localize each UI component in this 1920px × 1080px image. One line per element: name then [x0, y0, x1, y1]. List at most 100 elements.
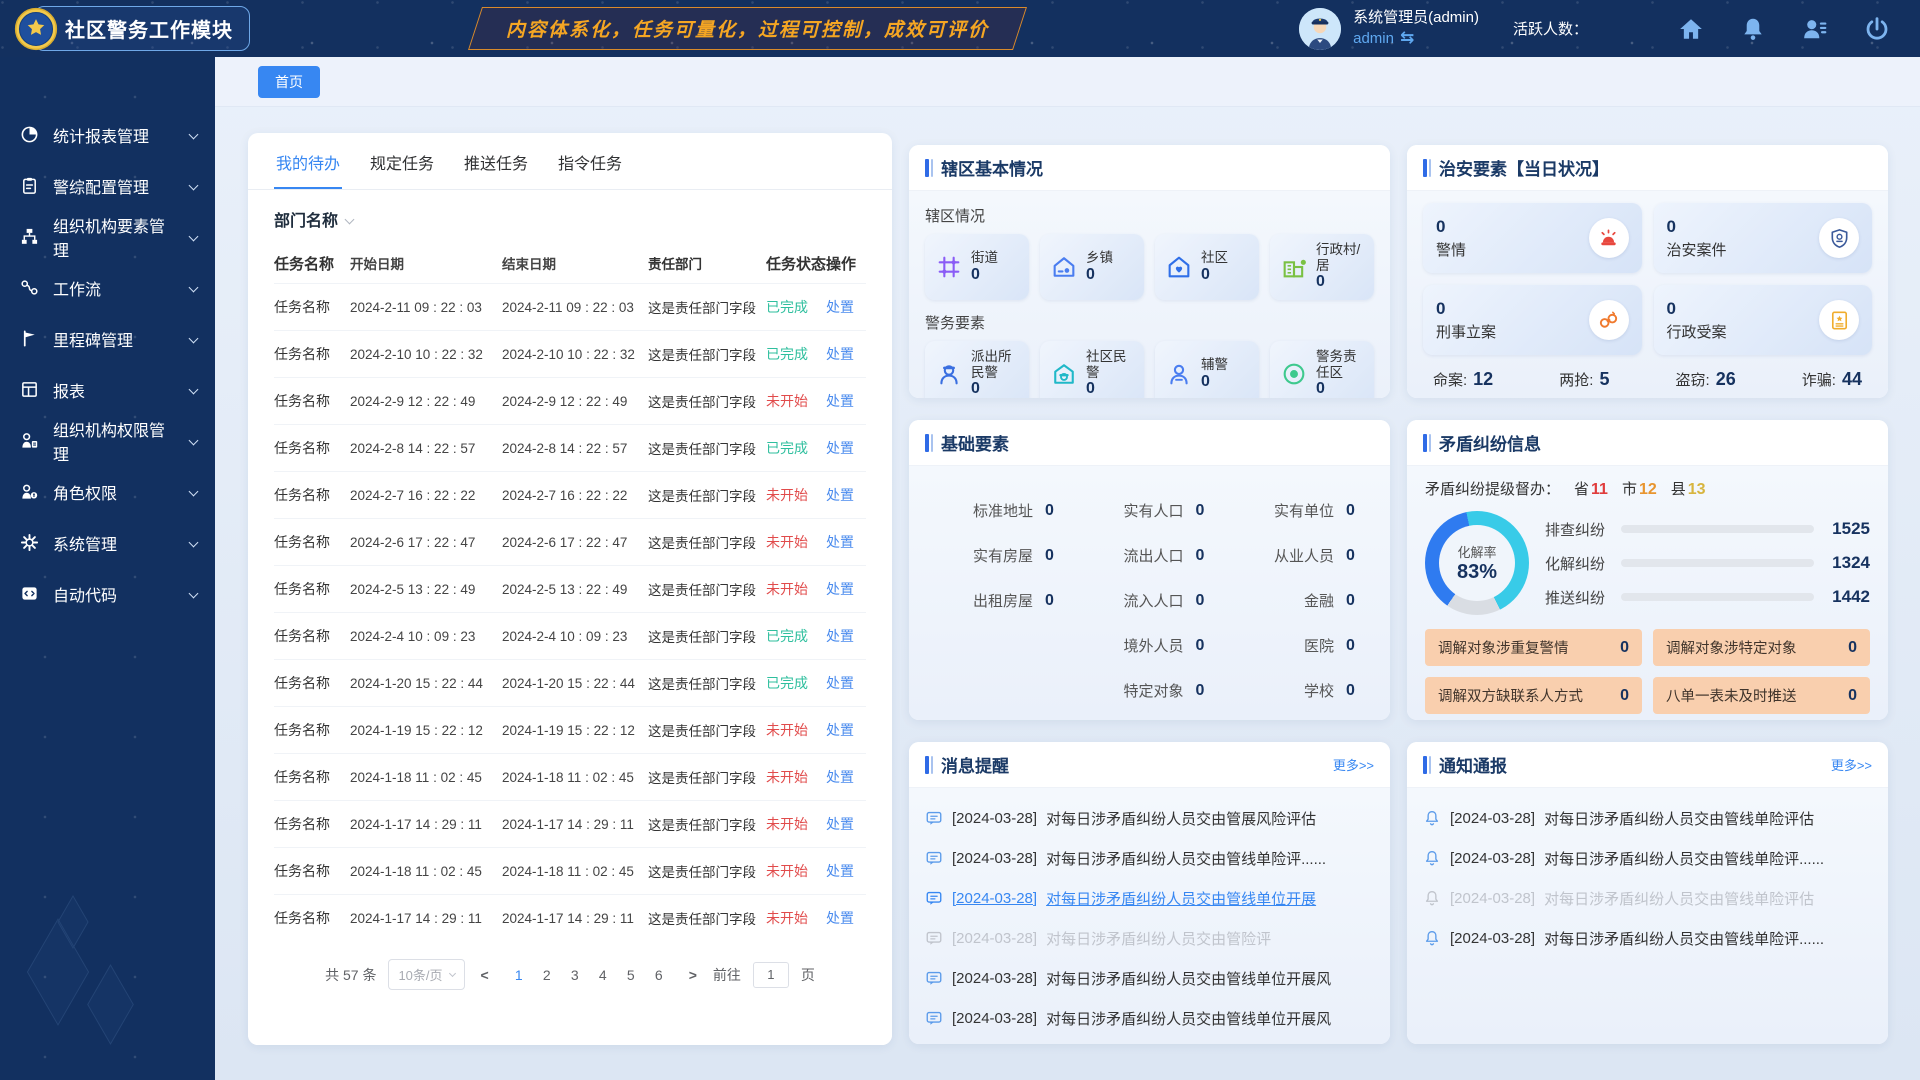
- handle-link[interactable]: 处置: [826, 814, 866, 834]
- stat-card-town[interactable]: 乡镇 0: [1040, 234, 1144, 300]
- security-card-admin-cases[interactable]: 0 行政受案: [1654, 285, 1873, 355]
- dispute-warning-button[interactable]: 八单一表未及时推送 0: [1653, 677, 1870, 714]
- sidebar-item-police-config[interactable]: 警综配置管理: [0, 160, 215, 211]
- message-item[interactable]: [2024-03-28] 对每日涉矛盾纠纷人员交由管展风险评估: [925, 798, 1374, 838]
- more-link[interactable]: 更多>>: [1333, 755, 1374, 774]
- base-elements-panel: 基础要素 标准地址 0 实有房屋 0 出租房屋 0: [909, 420, 1390, 720]
- page-number[interactable]: 1: [505, 967, 533, 983]
- tab-home[interactable]: 首页: [258, 66, 320, 98]
- sidebar-item-system[interactable]: 系统管理: [0, 517, 215, 568]
- handle-link[interactable]: 处置: [826, 579, 866, 599]
- dispute-warning-button[interactable]: 调解双方缺联系人方式 0: [1425, 677, 1642, 714]
- message-item[interactable]: [2024-03-28] 对每日涉矛盾纠纷人员交由管险评: [925, 918, 1374, 958]
- page-number[interactable]: 5: [617, 967, 645, 983]
- handle-link[interactable]: 处置: [826, 720, 866, 740]
- end-date-cell: 2024-1-19 15 : 22 : 12: [502, 723, 648, 738]
- bell-icon[interactable]: [1740, 16, 1766, 42]
- start-date-cell: 2024-2-10 10 : 22 : 32: [350, 347, 502, 362]
- dispute-warning-button[interactable]: 调解对象涉重复警情 0: [1425, 629, 1642, 666]
- chevron-down-icon: [189, 436, 199, 446]
- prev-page-button[interactable]: <: [477, 967, 493, 983]
- page-size-select[interactable]: 10条/页: [388, 959, 464, 990]
- bell-outline-icon: [1423, 929, 1441, 947]
- title-marker: [1423, 434, 1431, 452]
- handle-link[interactable]: 处置: [826, 391, 866, 411]
- dispute-warning-button[interactable]: 调解对象涉特定对象 0: [1653, 629, 1870, 666]
- chevron-down-icon: [189, 283, 199, 293]
- task-name-cell: 任务名称: [274, 908, 350, 928]
- page-number[interactable]: 4: [589, 967, 617, 983]
- sidebar-item-label: 组织机构权限管理: [53, 417, 176, 465]
- base-stat: 实有房屋 0: [919, 533, 1067, 578]
- supervise-values: 省11 市12 县13: [1560, 478, 1706, 499]
- page-number[interactable]: 3: [561, 967, 589, 983]
- handle-link[interactable]: 处置: [826, 908, 866, 928]
- sidebar-item-workflow[interactable]: 工作流: [0, 262, 215, 313]
- sidebar-item-statistics-report[interactable]: 统计报表管理: [0, 109, 215, 160]
- power-icon[interactable]: [1864, 16, 1890, 42]
- message-item[interactable]: [2024-03-28] 对每日涉矛盾纠纷人员交由管线单位开展风: [925, 998, 1374, 1038]
- chevron-down-icon: [345, 214, 355, 224]
- handle-link[interactable]: 处置: [826, 438, 866, 458]
- handle-link[interactable]: 处置: [826, 344, 866, 364]
- contacts-icon[interactable]: [1802, 16, 1828, 42]
- status-badge: 未开始: [766, 861, 826, 881]
- home-icon[interactable]: [1678, 16, 1704, 42]
- switch-user-icon[interactable]: ⇆: [1400, 27, 1414, 49]
- stat-card-street[interactable]: 街道 0: [925, 234, 1029, 300]
- supervise-stat: 市12: [1622, 478, 1657, 499]
- stat-card-aux-police[interactable]: 辅警 0: [1155, 341, 1259, 398]
- next-page-button[interactable]: >: [685, 967, 701, 983]
- notice-item[interactable]: [2024-03-28] 对每日涉矛盾纠纷人员交由管线单险评估: [1423, 878, 1872, 918]
- notice-item[interactable]: [2024-03-28] 对每日涉矛盾纠纷人员交由管线单险评......: [1423, 918, 1872, 958]
- notice-item[interactable]: [2024-03-28] 对每日涉矛盾纠纷人员交由管线单险评......: [1423, 838, 1872, 878]
- security-card-alerts[interactable]: 0 警情: [1423, 203, 1642, 273]
- notice-item[interactable]: [2024-03-28] 对每日涉矛盾纠纷人员交由管线单险评估: [1423, 798, 1872, 838]
- start-date-cell: 2024-1-17 14 : 29 : 11: [350, 817, 502, 832]
- stat-card-station-officer[interactable]: 派出所民警 0: [925, 341, 1029, 398]
- stat-card-community[interactable]: 社区 0: [1155, 234, 1259, 300]
- stat-card-village[interactable]: 行政村/居 0: [1270, 234, 1374, 300]
- handle-link[interactable]: 处置: [826, 485, 866, 505]
- base-col-3: 实有单位 0 从业人员 0 金融 0 医院 0 学校: [1218, 488, 1369, 720]
- stat-card-police-area[interactable]: 警务责任区 0: [1270, 341, 1374, 398]
- group-label-district: 辖区情况: [925, 205, 1374, 226]
- sidebar-item-label: 角色权限: [53, 480, 117, 504]
- col-department: 责任部门: [648, 253, 766, 273]
- page-number[interactable]: 2: [533, 967, 561, 983]
- more-link[interactable]: 更多>>: [1831, 755, 1872, 774]
- security-card-public-cases[interactable]: 0 治安案件: [1654, 203, 1873, 273]
- sidebar-item-role-permission[interactable]: 角色权限: [0, 466, 215, 517]
- message-item[interactable]: [2024-03-28] 对每日涉矛盾纠纷人员交由管线单位开展风: [925, 958, 1374, 998]
- department-filter[interactable]: 部门名称: [274, 207, 866, 231]
- tab-regular-tasks[interactable]: 规定任务: [368, 133, 436, 189]
- message-item[interactable]: [2024-03-28] 对每日涉矛盾纠纷人员交由管线单险评......: [925, 838, 1374, 878]
- sidebar-item-milestone[interactable]: 里程碑管理: [0, 313, 215, 364]
- base-stat: 境外人员 0: [1067, 623, 1218, 668]
- sidebar-item-org-permission[interactable]: 组织机构权限管理: [0, 415, 215, 466]
- tab-pushed-tasks[interactable]: 推送任务: [462, 133, 530, 189]
- handle-link[interactable]: 处置: [826, 767, 866, 787]
- sidebar-item-report[interactable]: 报表: [0, 364, 215, 415]
- table-row: 任务名称 2024-1-19 15 : 22 : 12 2024-1-19 15…: [274, 706, 866, 753]
- goto-page-input[interactable]: 1: [753, 962, 789, 988]
- avatar[interactable]: [1299, 8, 1341, 50]
- security-card-criminal-cases[interactable]: 0 刑事立案: [1423, 285, 1642, 355]
- handle-link[interactable]: 处置: [826, 673, 866, 693]
- bar-track: [1621, 559, 1814, 567]
- page-number[interactable]: 6: [645, 967, 673, 983]
- status-badge: 未开始: [766, 814, 826, 834]
- sidebar-item-auto-code[interactable]: 自动代码: [0, 568, 215, 619]
- stat-card-community-officer[interactable]: 社区民警 0: [1040, 341, 1144, 398]
- handle-link[interactable]: 处置: [826, 297, 866, 317]
- notice-text: 对每日涉矛盾纠纷人员交由管线单险评估: [1544, 808, 1814, 829]
- sidebar-item-org-elements[interactable]: 组织机构要素管理: [0, 211, 215, 262]
- tab-my-todo[interactable]: 我的待办: [274, 133, 342, 189]
- message-item[interactable]: [2024-03-28] 对每日涉矛盾纠纷人员交由管线单位开展: [925, 878, 1374, 918]
- tab-instruction-tasks[interactable]: 指令任务: [556, 133, 624, 189]
- message-text: 对每日涉矛盾纠纷人员交由管展风险评估: [1046, 808, 1316, 829]
- handle-link[interactable]: 处置: [826, 532, 866, 552]
- status-badge: 未开始: [766, 532, 826, 552]
- handle-link[interactable]: 处置: [826, 626, 866, 646]
- handle-link[interactable]: 处置: [826, 861, 866, 881]
